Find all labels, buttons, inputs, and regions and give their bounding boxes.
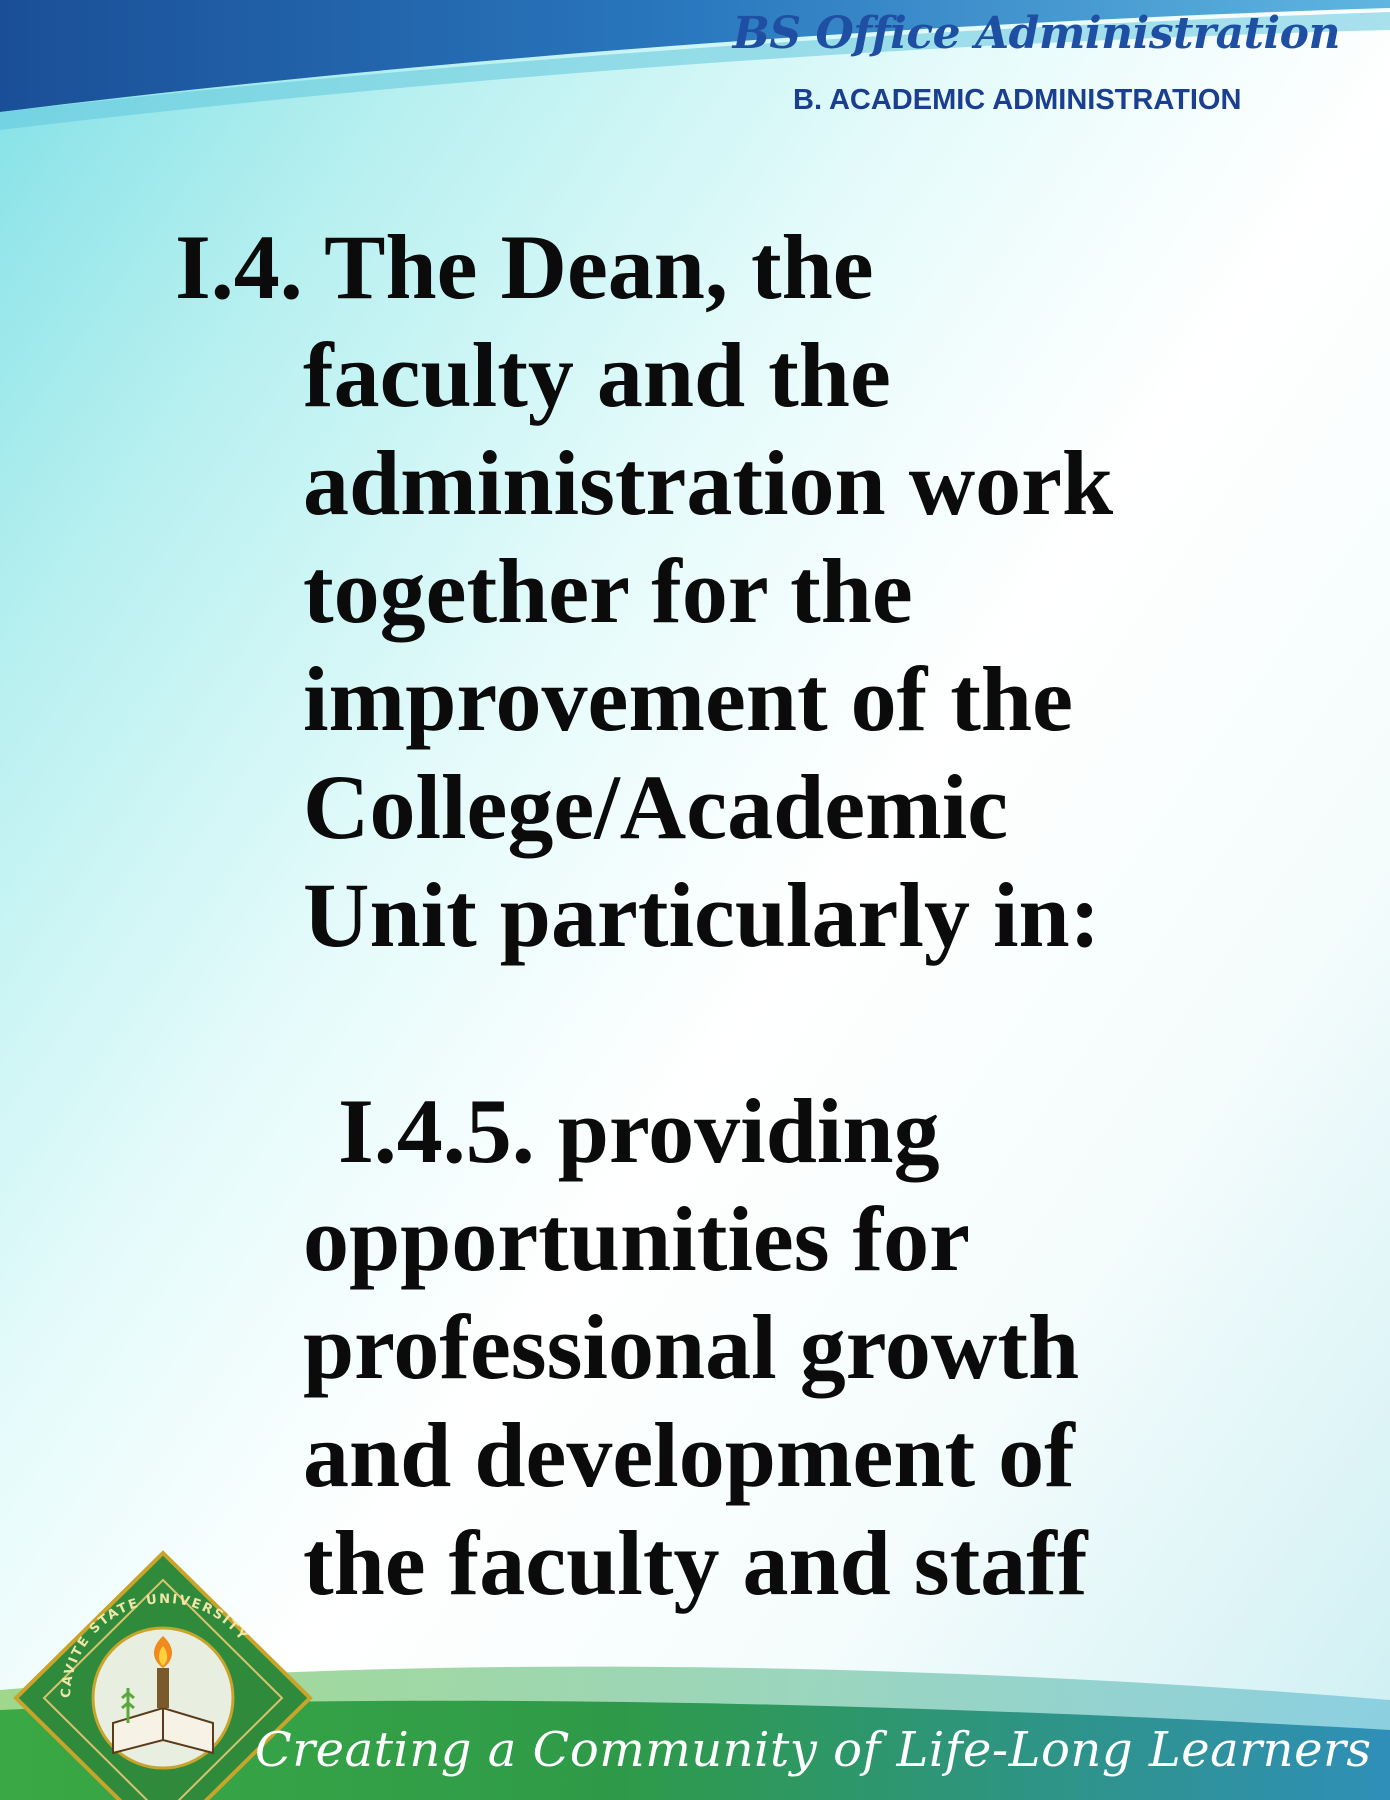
section-heading: B. ACADEMIC ADMINISTRATION bbox=[793, 84, 1242, 116]
item-line: Unit particularly in: bbox=[303, 864, 1101, 966]
item-line: improvement of the bbox=[303, 648, 1073, 750]
item-line: together for the bbox=[303, 540, 913, 642]
footer-tagline: Creating a Community of Life-Long Learne… bbox=[255, 1722, 1372, 1778]
subitem-line: and development of bbox=[303, 1404, 1075, 1506]
item-line: College/Academic bbox=[303, 756, 1009, 858]
item-line: administration work bbox=[303, 432, 1114, 534]
subitem-line: opportunities for bbox=[303, 1188, 970, 1290]
main-content: I.4. The Dean, the faculty and the admin… bbox=[175, 213, 1365, 1617]
subitem-line: I.4.5. providing bbox=[338, 1080, 940, 1182]
program-title: BS Office Administration bbox=[732, 8, 1341, 59]
subitem-line: the faculty and staff bbox=[303, 1512, 1088, 1614]
subitem-line: professional growth bbox=[303, 1296, 1080, 1398]
item-line: faculty and the bbox=[303, 324, 891, 426]
item-line: I.4. The Dean, the bbox=[175, 216, 874, 318]
